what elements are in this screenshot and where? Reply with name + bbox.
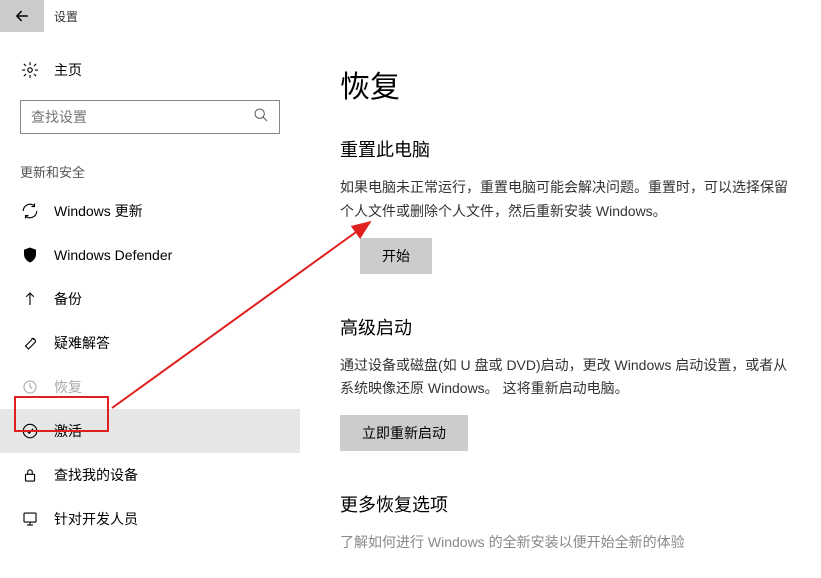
home-label: 主页 <box>54 60 82 80</box>
app-title: 设置 <box>54 8 78 25</box>
reset-heading: 重置此电脑 <box>340 136 797 162</box>
sidebar-item-backup[interactable]: 备份 <box>0 277 300 321</box>
sidebar-item-recovery[interactable]: 恢复 <box>0 365 300 409</box>
sidebar-item-find-device[interactable]: 查找我的设备 <box>0 453 300 497</box>
check-icon <box>20 421 40 441</box>
sidebar-item-troubleshoot[interactable]: 疑难解答 <box>0 321 300 365</box>
sidebar-item-label: Windows 更新 <box>54 201 143 221</box>
reset-start-button[interactable]: 开始 <box>360 238 432 274</box>
sidebar-item-label: 针对开发人员 <box>54 509 138 529</box>
sidebar-item-label: 备份 <box>54 289 82 309</box>
sidebar-item-activation[interactable]: 激活 <box>0 409 300 453</box>
sidebar-item-label: Windows Defender <box>54 247 172 263</box>
sidebar-item-defender[interactable]: Windows Defender <box>0 233 300 277</box>
back-button[interactable] <box>0 0 44 32</box>
sidebar-item-label: 疑难解答 <box>54 333 110 353</box>
backup-icon <box>20 289 40 309</box>
wrench-icon <box>20 333 40 353</box>
arrow-left-icon <box>13 7 31 25</box>
advanced-section: 高级启动 通过设备或磁盘(如 U 盘或 DVD)启动，更改 Windows 启动… <box>340 314 797 452</box>
lock-icon <box>20 465 40 485</box>
sidebar-item-developers[interactable]: 针对开发人员 <box>0 497 300 541</box>
gear-icon <box>20 60 40 80</box>
reset-desc: 如果电脑未正常运行，重置电脑可能会解决问题。重置时，可以选择保留个人文件或删除个… <box>340 176 797 224</box>
sidebar-item-label: 激活 <box>54 421 82 441</box>
advanced-heading: 高级启动 <box>340 314 797 340</box>
titlebar: 设置 <box>0 0 821 32</box>
developer-icon <box>20 509 40 529</box>
main-content: 恢复 重置此电脑 如果电脑未正常运行，重置电脑可能会解决问题。重置时，可以选择保… <box>300 32 821 578</box>
more-options-section: 更多恢复选项 了解如何进行 Windows 的全新安装以便开始全新的体验 <box>340 491 797 555</box>
search-input[interactable] <box>31 109 253 125</box>
sidebar-item-windows-update[interactable]: Windows 更新 <box>0 189 300 233</box>
more-desc: 了解如何进行 Windows 的全新安装以便开始全新的体验 <box>340 531 797 555</box>
home-button[interactable]: 主页 <box>0 52 300 88</box>
reset-section: 重置此电脑 如果电脑未正常运行，重置电脑可能会解决问题。重置时，可以选择保留个人… <box>340 136 797 274</box>
page-title: 恢复 <box>340 62 797 106</box>
advanced-desc: 通过设备或磁盘(如 U 盘或 DVD)启动，更改 Windows 启动设置，或者… <box>340 354 797 402</box>
search-icon <box>253 107 269 128</box>
shield-icon <box>20 245 40 265</box>
search-box[interactable] <box>20 100 280 134</box>
sidebar-item-label: 查找我的设备 <box>54 465 138 485</box>
sidebar-item-label: 恢复 <box>54 377 82 397</box>
restart-now-button[interactable]: 立即重新启动 <box>340 415 468 451</box>
section-title: 更新和安全 <box>20 162 280 181</box>
sidebar: 主页 更新和安全 Windows 更新 Windows Defender <box>0 32 300 578</box>
sync-icon <box>20 201 40 221</box>
more-heading: 更多恢复选项 <box>340 491 797 517</box>
recovery-icon <box>20 377 40 397</box>
